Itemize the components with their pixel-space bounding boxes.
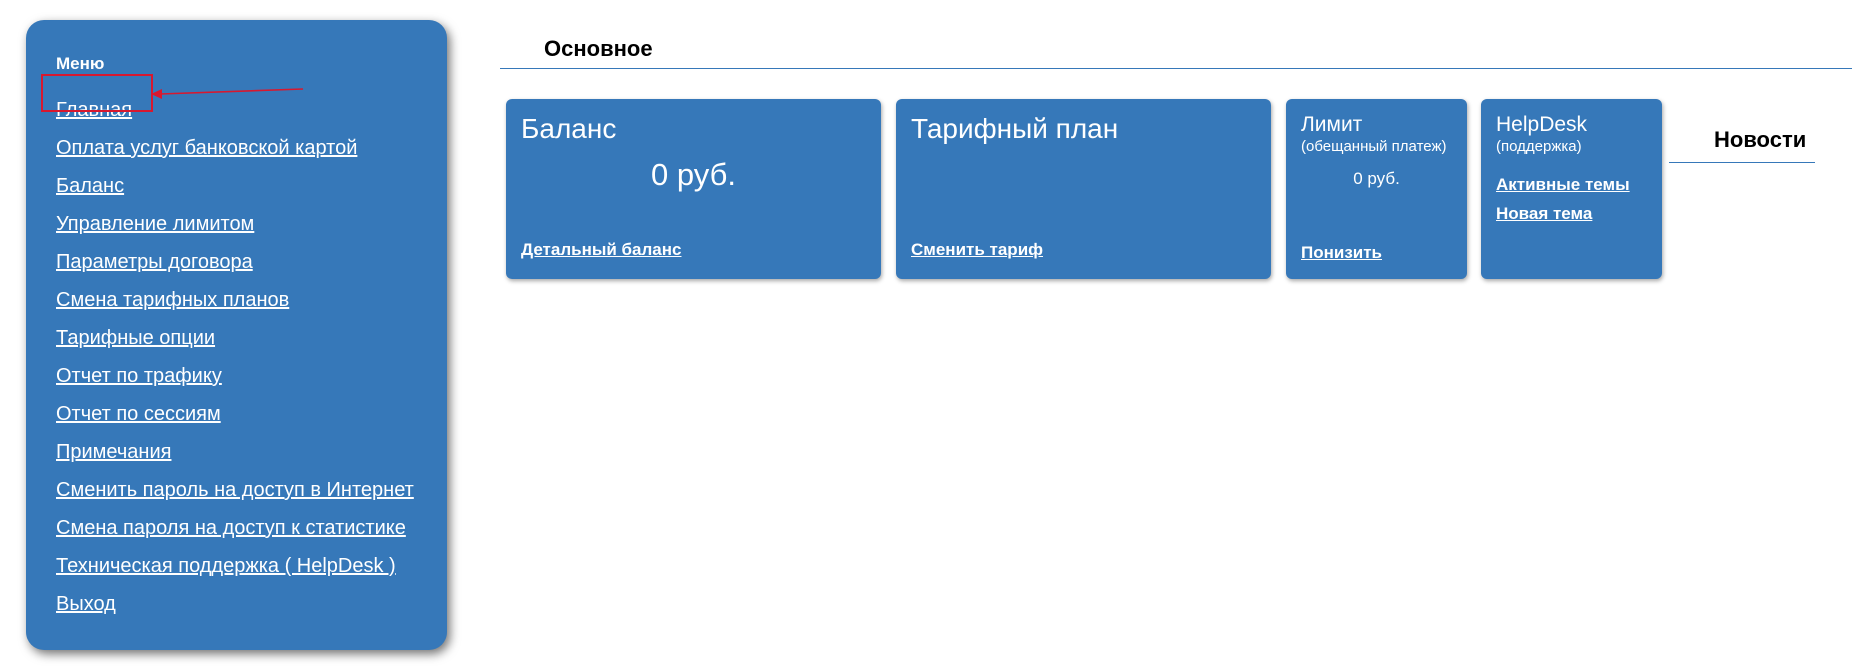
change-tariff-link[interactable]: Сменить тариф [911,240,1043,260]
lower-limit-link[interactable]: Понизить [1301,243,1382,263]
balance-tile-title: Баланс [521,113,617,144]
new-topic-link[interactable]: Новая тема [1496,204,1592,224]
tariff-tile-title: Тарифный план [911,113,1119,144]
news-divider [1669,162,1815,163]
limit-tile-title: Лимит [1301,113,1363,136]
detailed-balance-link[interactable]: Детальный баланс [521,240,681,260]
page: Меню Главная Оплата услуг банковской кар… [0,0,1852,670]
page-title: Основное [544,36,653,61]
balance-amount: 0 руб. [651,157,736,192]
active-topics-link[interactable]: Активные темы [1496,175,1630,195]
limit-tile: Лимит (обещанный платеж) 0 руб. Понизить [1286,99,1467,279]
title-divider [500,68,1852,69]
helpdesk-tile-subtitle: (поддержка) [1496,138,1582,155]
balance-tile: Баланс 0 руб. Детальный баланс [506,99,881,279]
helpdesk-tile: HelpDesk (поддержка) Активные темы Новая… [1481,99,1662,279]
limit-amount: 0 руб. [1353,169,1400,188]
limit-tile-subtitle: (обещанный платеж) [1301,138,1447,155]
news-title: Новости [1714,127,1807,152]
helpdesk-tile-title: HelpDesk [1496,113,1588,136]
tariff-tile: Тарифный план Сменить тариф [896,99,1271,279]
